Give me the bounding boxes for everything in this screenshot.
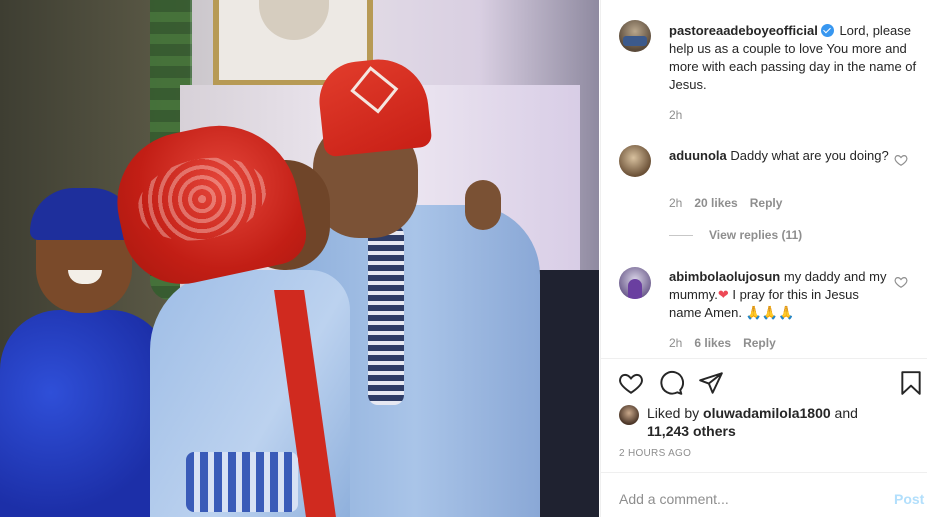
- comment-likes[interactable]: 20 likes: [694, 196, 737, 210]
- post-comment-button[interactable]: Post: [894, 491, 924, 507]
- like-heart-icon[interactable]: [618, 370, 644, 396]
- view-replies-button[interactable]: View replies (11): [669, 228, 802, 242]
- post-actions: [601, 370, 927, 396]
- comment-reply-button[interactable]: Reply: [750, 196, 783, 210]
- share-send-icon[interactable]: [698, 370, 724, 396]
- comment-text: Daddy what are you doing?: [730, 148, 889, 163]
- comment-like-heart-icon[interactable]: [894, 153, 908, 167]
- likes-prefix: Liked by: [647, 405, 700, 421]
- replies-line-divider: [669, 234, 693, 236]
- comment-meta: 2h 20 likes Reply: [669, 196, 782, 210]
- comment-time[interactable]: 2h: [669, 336, 682, 350]
- raised-hand: [465, 180, 501, 230]
- caption-time[interactable]: 2h: [669, 108, 682, 122]
- liker-username[interactable]: oluwadamilola1800: [703, 405, 831, 421]
- smiling-woman-dress: [0, 310, 170, 517]
- verified-badge-icon: [820, 24, 834, 37]
- author-username[interactable]: pastoreaadeboyeofficial: [669, 23, 818, 38]
- add-comment-input[interactable]: Add a comment...: [619, 491, 729, 507]
- save-bookmark-icon[interactable]: [898, 370, 924, 396]
- post-timestamp[interactable]: 2 HOURS AGO: [619, 448, 691, 459]
- likes-summary: Liked by oluwadamilola1800 and 11,243 ot…: [619, 404, 919, 440]
- view-replies-label: View replies (11): [709, 228, 803, 242]
- comment-item: aduunola Daddy what are you doing?: [669, 147, 889, 165]
- comment-bubble-icon[interactable]: [658, 370, 684, 396]
- comment-username[interactable]: abimbolaolujosun: [669, 269, 780, 284]
- comment-reply-button[interactable]: Reply: [743, 336, 776, 350]
- woman-dress-pattern: [186, 452, 298, 512]
- section-divider: [601, 358, 927, 359]
- likes-text: Liked by oluwadamilola1800 and 11,243 ot…: [647, 404, 858, 440]
- comment-likes[interactable]: 6 likes: [694, 336, 731, 350]
- comment-time[interactable]: 2h: [669, 196, 682, 210]
- heart-emoji: ❤: [717, 287, 729, 302]
- section-divider: [601, 472, 927, 473]
- man-embroidery: [368, 225, 404, 405]
- likes-joiner: and: [834, 405, 858, 421]
- commenter-avatar[interactable]: [619, 145, 651, 177]
- comment-meta: 2h 6 likes Reply: [669, 336, 776, 350]
- liker-avatar[interactable]: [619, 405, 639, 425]
- post-photo[interactable]: [0, 0, 599, 517]
- commenter-avatar[interactable]: [619, 267, 651, 299]
- author-avatar[interactable]: [619, 20, 651, 52]
- post-sidebar: pastoreaadeboyeofficial Lord, please hel…: [600, 0, 927, 517]
- man-red-cap: [315, 54, 433, 158]
- comment-item: abimbolaolujosun my daddy and my mummy.❤…: [669, 268, 889, 322]
- comment-like-heart-icon[interactable]: [894, 275, 908, 289]
- comment-username[interactable]: aduunola: [669, 148, 727, 163]
- likes-others-count[interactable]: 11,243 others: [647, 423, 736, 439]
- post-caption: pastoreaadeboyeofficial Lord, please hel…: [669, 22, 919, 94]
